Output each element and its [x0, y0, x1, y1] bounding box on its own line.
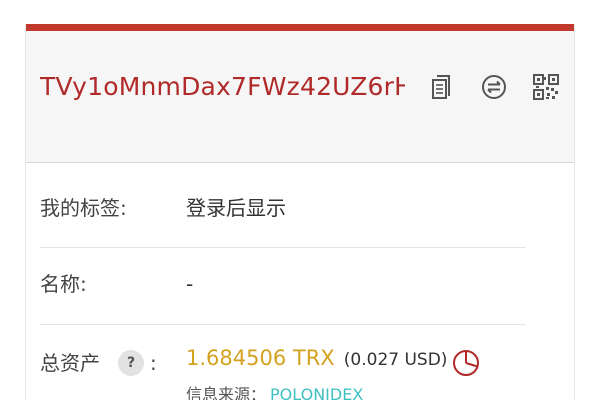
balance-amount: 1.684506 TRX	[186, 346, 335, 370]
name-label: 名称:	[40, 272, 87, 296]
help-icon[interactable]: ?	[118, 350, 144, 376]
pie-chart-icon	[453, 350, 479, 376]
balance: 1.684506 TRX (0.027 USD)	[186, 346, 447, 370]
source-link[interactable]: POLONIDEX	[270, 385, 363, 400]
account-card: TVy1oMnmDax7FWz42UZ6rHc 我的标签: 登录后显示 名称: …	[25, 24, 575, 400]
source-label: 信息来源：	[186, 385, 267, 400]
account-address[interactable]: TVy1oMnmDax7FWz42UZ6rHc	[40, 71, 405, 103]
qr-code-button[interactable]	[530, 71, 562, 103]
divider	[40, 324, 526, 325]
balance-usd: (0.027 USD)	[343, 350, 448, 370]
asset-chart-button[interactable]	[451, 348, 481, 378]
copy-icon	[432, 75, 450, 99]
transfer-button[interactable]	[478, 71, 510, 103]
divider	[40, 247, 526, 248]
copy-button[interactable]	[426, 71, 458, 103]
accent-bar	[26, 24, 574, 31]
assets-label: 总资产	[40, 351, 100, 375]
assets-colon: :	[150, 351, 157, 375]
name-value: -	[186, 272, 194, 296]
account-header: TVy1oMnmDax7FWz42UZ6rHc	[26, 31, 574, 163]
info-source: 信息来源： POLONIDEX	[186, 384, 363, 400]
qr-code-icon	[533, 74, 559, 100]
tag-value[interactable]: 登录后显示	[186, 194, 286, 222]
tag-label: 我的标签:	[40, 196, 127, 220]
transfer-icon	[482, 75, 506, 99]
